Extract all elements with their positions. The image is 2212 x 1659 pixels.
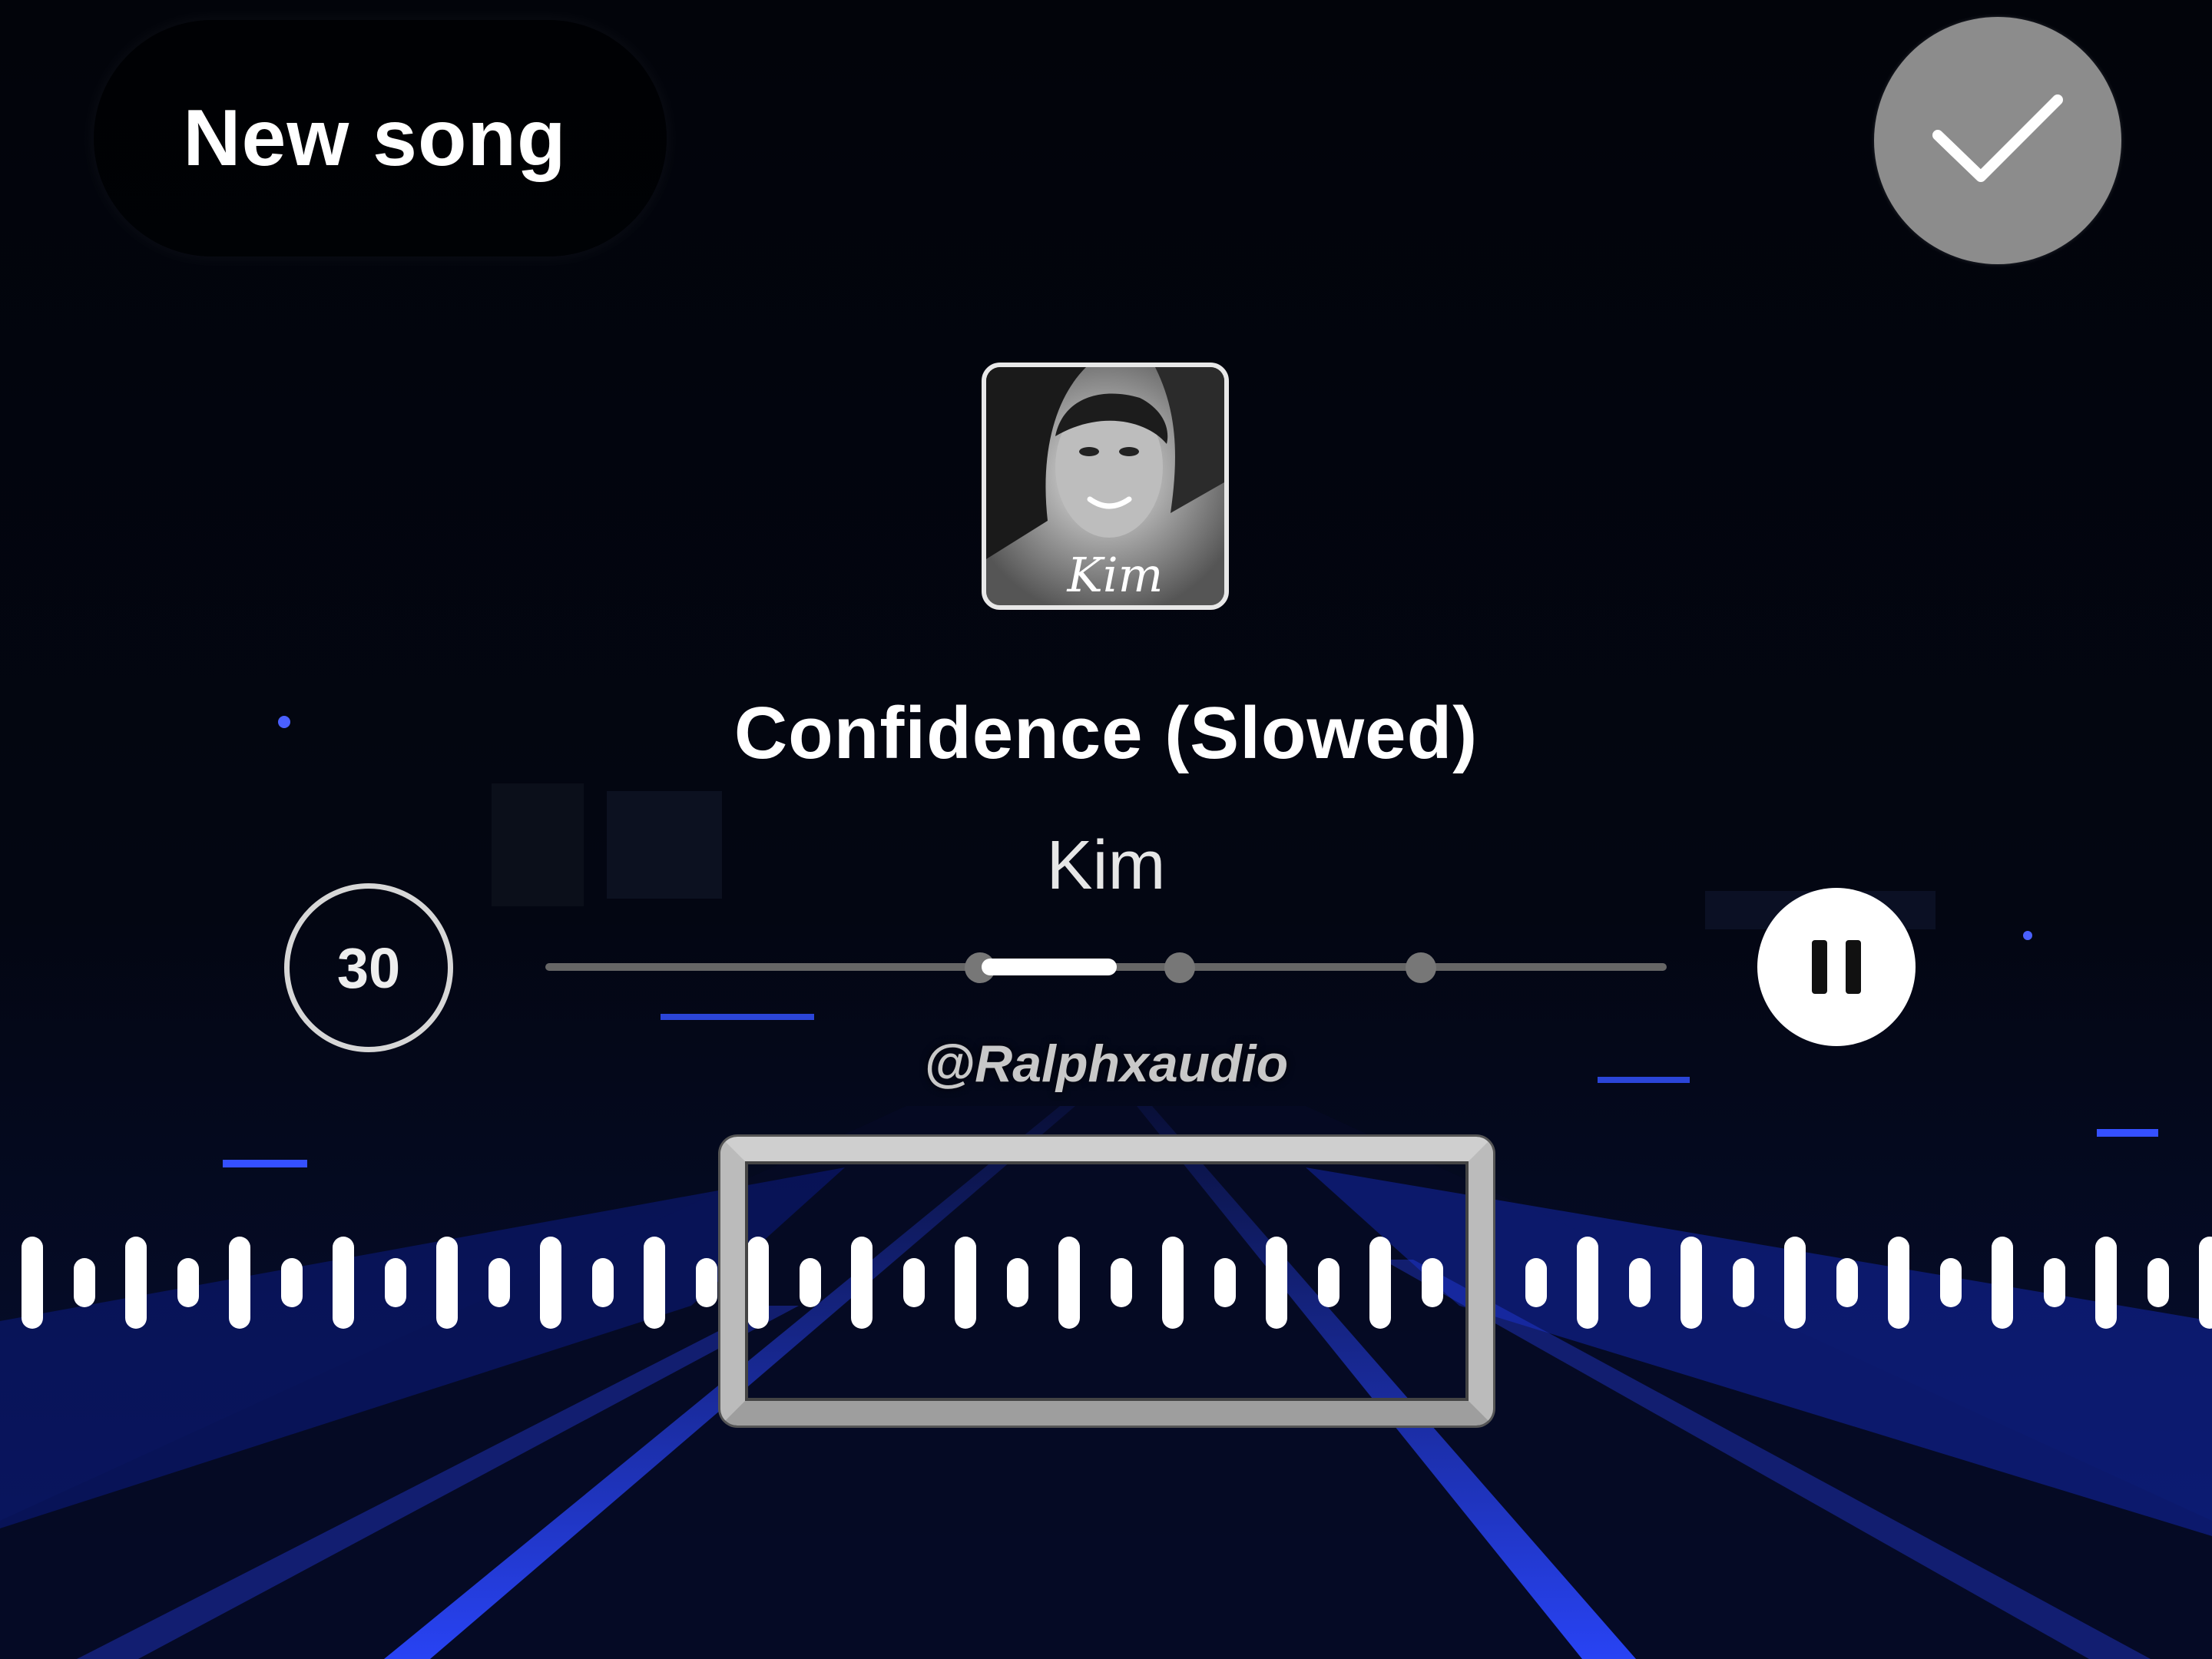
waveform-bar xyxy=(229,1237,250,1329)
waveform-bar xyxy=(125,1237,147,1329)
waveform-bar xyxy=(436,1237,458,1329)
waveform-bar xyxy=(1525,1258,1547,1307)
done-button[interactable] xyxy=(1874,17,2121,264)
waveform-bar xyxy=(1888,1237,1909,1329)
pause-icon-bar xyxy=(1846,940,1861,994)
waveform-bar xyxy=(1628,1258,1651,1307)
waveform-bar xyxy=(2095,1237,2117,1329)
progress-selected-segment[interactable] xyxy=(982,959,1117,975)
duration-button[interactable]: 30 xyxy=(284,883,453,1052)
waveform-bar xyxy=(695,1258,717,1307)
pause-button[interactable] xyxy=(1757,888,1916,1046)
waveform-bar xyxy=(2147,1258,2169,1307)
song-title: Confidence (Slowed) xyxy=(733,692,1479,774)
waveform-bar xyxy=(73,1258,95,1307)
waveform-bar xyxy=(177,1258,199,1307)
waveform-bar xyxy=(540,1237,561,1329)
checkmark-icon xyxy=(1932,94,2063,182)
waveform-bar xyxy=(591,1258,614,1307)
waveform-bar xyxy=(1681,1237,1702,1329)
progress-dot xyxy=(1164,952,1195,983)
album-art-signature: Kim xyxy=(1067,547,1164,603)
waveform-bar xyxy=(22,1237,43,1329)
watermark: @Ralphxaudio xyxy=(923,1035,1289,1093)
clip-selection-frame[interactable] xyxy=(720,1137,1493,1426)
waveform-bar xyxy=(2043,1258,2065,1307)
waveform-bar xyxy=(1732,1258,1754,1307)
new-song-label: New song xyxy=(183,93,567,183)
waveform-bar xyxy=(333,1237,354,1329)
duration-label: 30 xyxy=(336,935,401,1000)
waveform-bar xyxy=(1784,1237,1806,1329)
waveform-bar xyxy=(2199,1237,2212,1329)
album-art: Kim xyxy=(982,363,1229,610)
waveform-bar xyxy=(280,1258,303,1307)
waveform-bar xyxy=(1939,1258,1962,1307)
new-song-button[interactable]: New song xyxy=(94,20,667,257)
waveform-bar xyxy=(1577,1237,1598,1329)
waveform-bar xyxy=(1836,1258,1858,1307)
waveform-bar xyxy=(644,1237,665,1329)
waveform-bar xyxy=(1992,1237,2013,1329)
waveform-bar xyxy=(488,1258,510,1307)
progress-dot xyxy=(1406,952,1436,983)
pause-icon xyxy=(1812,940,1827,994)
waveform-bar xyxy=(384,1258,406,1307)
